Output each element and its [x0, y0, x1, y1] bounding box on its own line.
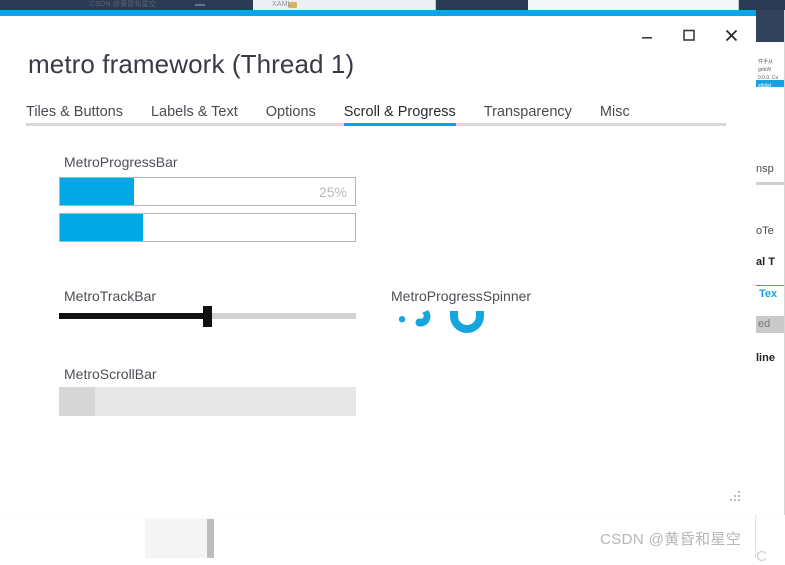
progressbar-section-label: MetroProgressBar: [64, 154, 178, 170]
metro-scroll-bar[interactable]: [59, 387, 356, 416]
scrollbar-thumb[interactable]: [59, 387, 95, 416]
background-divider: [756, 182, 785, 185]
page-title: metro framework (Thread 1): [28, 49, 355, 79]
metro-framework-window: metro framework (Thread 1) Tiles & Butto…: [0, 10, 756, 515]
tab-options[interactable]: Options: [266, 102, 330, 122]
background-text-fragment: al T: [756, 256, 775, 268]
resize-grip-icon[interactable]: [729, 491, 742, 504]
tab-misc[interactable]: Misc: [600, 102, 644, 122]
background-chip-label-2: XAML: [272, 1, 292, 8]
background-text-fragment: oTe: [756, 225, 774, 237]
csdn-watermark-ghost: C: [756, 548, 767, 565]
metro-track-bar[interactable]: [59, 306, 356, 327]
progress-fill: [60, 214, 143, 241]
background-bottom-rule: [0, 518, 785, 519]
trackbar-section-label: MetroTrackBar: [64, 288, 157, 304]
background-right-window[interactable]: 件手从 gnbW 0.0.0. Cu stbilat nsp oTe al T …: [755, 10, 785, 558]
maximize-icon[interactable]: [678, 24, 700, 46]
background-chip-label-1: CSDN @黄昏和星空: [90, 1, 157, 8]
tab-labels-and-text[interactable]: Labels & Text: [151, 102, 252, 122]
tab-tiles-and-buttons[interactable]: Tiles & Buttons: [26, 102, 137, 122]
progress-value-text: 25%: [318, 183, 347, 200]
background-text-fragment: ed: [758, 318, 771, 330]
trackbar-thumb[interactable]: [203, 306, 212, 327]
background-text-fragment: stbilat: [758, 83, 772, 89]
titlebar-controls: [636, 24, 742, 46]
tab-scroll-and-progress[interactable]: Scroll & Progress: [344, 102, 470, 122]
spinner-section-label: MetroProgressSpinner: [391, 288, 532, 304]
metro-progress-bar-marquee[interactable]: [59, 213, 356, 242]
tab-active-underline: [343, 123, 456, 126]
background-divider: [756, 285, 785, 286]
background-text-fragment: line: [756, 352, 775, 364]
tabs-row: Tiles & Buttons Labels & Text Options Sc…: [26, 98, 728, 122]
csdn-watermark: CSDN @黄昏和星空: [600, 531, 742, 548]
background-tab-chip-2[interactable]: [528, 0, 739, 10]
spinner-arcs-icon: [398, 310, 484, 333]
metro-progress-bar-primary[interactable]: 25%: [59, 177, 356, 206]
background-text-fragment: nsp: [756, 163, 774, 175]
background-bottom-window-fragment[interactable]: [145, 519, 214, 558]
close-icon[interactable]: [720, 24, 742, 46]
scrollbar-section-label: MetroScrollBar: [64, 366, 157, 382]
progress-fill: [60, 178, 134, 205]
tab-strip: Tiles & Buttons Labels & Text Options Sc…: [26, 98, 728, 128]
background-minimize-mark: [195, 4, 205, 6]
minimize-icon[interactable]: [636, 24, 658, 46]
background-text-fragment: Tex: [759, 288, 778, 300]
metro-progress-spinner: [396, 304, 492, 338]
background-right-window-header: [756, 10, 785, 42]
tab-transparency[interactable]: Transparency: [484, 102, 586, 122]
trackbar-rail-active: [59, 313, 208, 319]
